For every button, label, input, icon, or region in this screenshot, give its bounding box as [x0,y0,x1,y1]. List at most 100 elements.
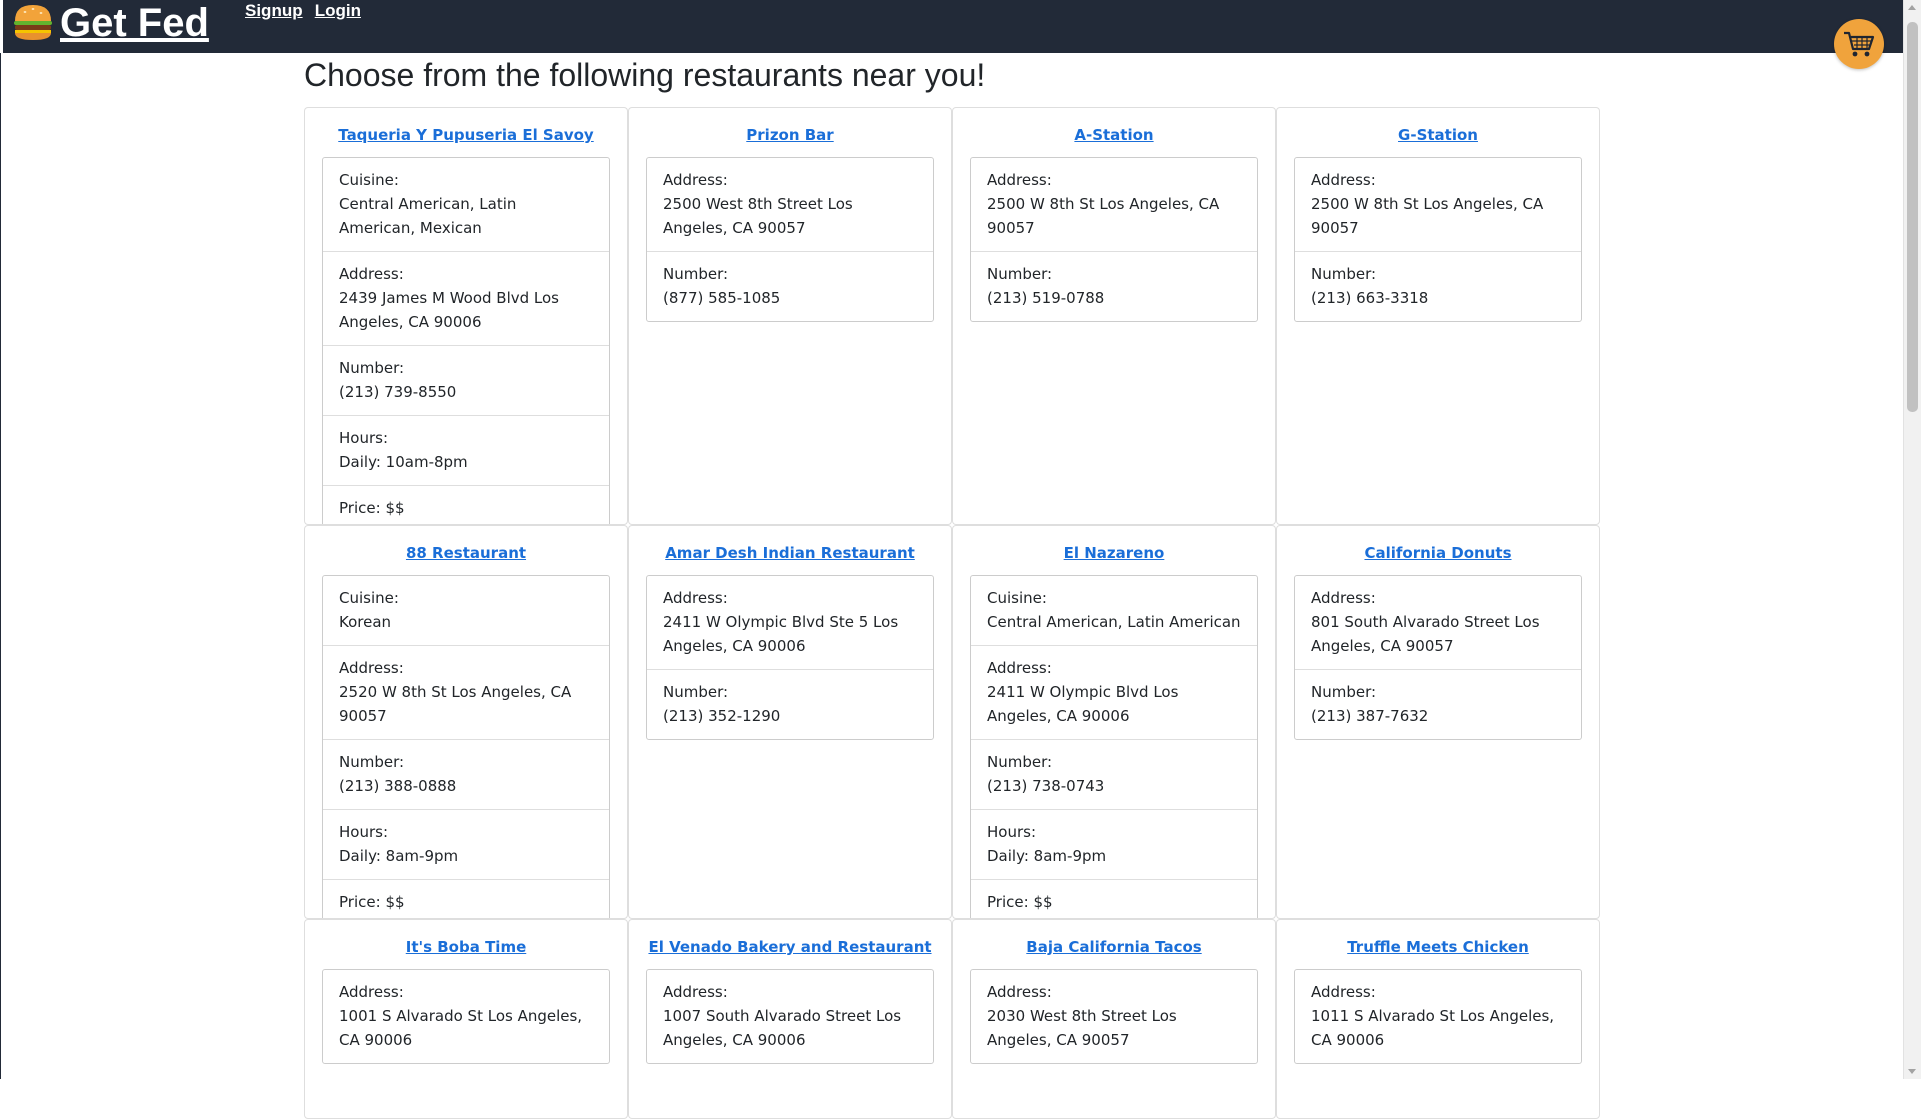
price-item: Price: $$ [323,485,609,524]
address-label: Address: [339,983,404,1001]
address-item: Address: 2030 West 8th Street Los Angeles… [971,970,1257,1063]
address-item: Address: 2500 W 8th St Los Angeles, CA 90… [1295,158,1581,251]
brand-link[interactable]: Get Fed [10,0,209,46]
hours-label: Hours: [987,823,1036,841]
nav-links: Signup Login [245,0,368,22]
restaurant-name-link[interactable]: Truffle Meets Chicken [1294,937,1582,957]
restaurant-name-link[interactable]: A-Station [970,125,1258,145]
navbar: Get Fed Signup Login [0,0,1921,53]
number-value: (213) 739-8550 [339,383,457,401]
content-edge [0,53,1,1079]
number-item: Number: (877) 585-1085 [647,251,933,321]
restaurant-card: Truffle Meets Chicken Address: 1011 S Alva… [1276,919,1600,1119]
restaurant-name-link[interactable]: G-Station [1294,125,1582,145]
restaurant-info-list: Address: 2500 W 8th St Los Angeles, CA 90… [970,157,1258,322]
restaurant-name-link[interactable]: El Venado Bakery and Restaurant [646,937,934,957]
shopping-cart-icon [1844,31,1875,57]
address-label: Address: [663,983,728,1001]
restaurant-card: El Nazareno Cuisine: Central American, Lat… [952,525,1276,919]
address-label: Address: [1311,171,1376,189]
restaurant-card: California Donuts Address: 801 South Alvar… [1276,525,1600,919]
cart-button[interactable] [1834,19,1884,69]
restaurant-name-link[interactable]: El Nazareno [970,543,1258,563]
restaurant-info-list: Address: 1011 S Alvarado St Los Angeles, … [1294,969,1582,1064]
price-label: Price: [339,499,381,517]
address-item: Address: 2411 W Olympic Blvd Ste 5 Los An… [647,576,933,669]
address-item: Address: 1011 S Alvarado St Los Angeles, … [1295,970,1581,1063]
address-label: Address: [663,171,728,189]
restaurant-name-link[interactable]: 88 Restaurant [322,543,610,563]
address-value: 2500 W 8th St Los Angeles, CA 90057 [987,195,1220,237]
number-label: Number: [663,265,729,283]
cuisine-label: Cuisine: [339,589,399,607]
restaurant-name-link[interactable]: Amar Desh Indian Restaurant [646,543,934,563]
address-value: 2411 W Olympic Blvd Ste 5 Los Angeles, C… [663,613,899,655]
hours-label: Hours: [339,823,388,841]
address-item: Address: 2439 James M Wood Blvd Los Angel… [323,251,609,345]
restaurant-info-list: Address: 2500 W 8th St Los Angeles, CA 90… [1294,157,1582,322]
address-label: Address: [987,983,1052,1001]
hours-value: Daily: 10am-8pm [339,453,468,471]
scroll-thumb[interactable] [1907,22,1918,412]
address-label: Address: [987,171,1052,189]
scroll-up-icon[interactable] [1908,5,1916,10]
restaurant-name-link[interactable]: Baja California Tacos [970,937,1258,957]
restaurant-card: Taqueria Y Pupuseria El Savoy Cuisine: Cen… [304,107,628,525]
number-item: Number: (213) 739-8550 [323,345,609,415]
scroll-down-icon[interactable] [1908,1069,1916,1074]
address-label: Address: [1311,983,1376,1001]
price-item: Price: $$ [323,879,609,918]
address-value: 2500 W 8th St Los Angeles, CA 90057 [1311,195,1544,237]
number-item: Number: (213) 663-3318 [1295,251,1581,321]
restaurant-info-list: Cuisine: Korean Address: 2520 W 8th St Los … [322,575,610,918]
number-item: Number: (213) 738-0743 [971,739,1257,809]
restaurant-info-list: Address: 1001 S Alvarado St Los Angeles, … [322,969,610,1064]
number-value: (213) 738-0743 [987,777,1105,795]
restaurant-card: G-Station Address: 2500 W 8th St Los Angel… [1276,107,1600,525]
vertical-scrollbar[interactable] [1903,0,1921,1079]
number-value: (213) 387-7632 [1311,707,1429,725]
number-item: Number: (213) 519-0788 [971,251,1257,321]
price-label: Price: [339,893,381,911]
brand-name: Get Fed [60,1,209,45]
number-item: Number: (213) 387-7632 [1295,669,1581,739]
restaurant-info-list: Address: 2030 West 8th Street Los Angeles… [970,969,1258,1064]
number-label: Number: [987,265,1053,283]
restaurant-info-list: Cuisine: Central American, Latin American… [322,157,610,524]
restaurant-card: 88 Restaurant Cuisine: Korean Address: 2520 … [304,525,628,919]
restaurant-info-list: Address: 801 South Alvarado Street Los An… [1294,575,1582,740]
price-item: Price: $$ [971,879,1257,918]
address-value: 2030 West 8th Street Los Angeles, CA 900… [987,1007,1177,1049]
restaurant-grid: Taqueria Y Pupuseria El Savoy Cuisine: Cen… [304,107,1600,1119]
price-value: $$ [385,893,405,911]
address-item: Address: 2411 W Olympic Blvd Los Angeles,… [971,645,1257,739]
hours-label: Hours: [339,429,388,447]
address-value: 2520 W 8th St Los Angeles, CA 90057 [339,683,572,725]
address-label: Address: [339,265,404,283]
restaurant-info-list: Cuisine: Central American, Latin American… [970,575,1258,918]
restaurant-card: Baja California Tacos Address: 2030 West 8… [952,919,1276,1119]
address-item: Address: 1001 S Alvarado St Los Angeles, … [323,970,609,1063]
restaurant-name-link[interactable]: Prizon Bar [646,125,934,145]
cuisine-item: Cuisine: Central American, Latin American… [323,158,609,251]
address-label: Address: [663,589,728,607]
address-value: 1011 S Alvarado St Los Angeles, CA 90006 [1311,1007,1555,1049]
number-item: Number: (213) 388-0888 [323,739,609,809]
navbar-edge [0,0,3,53]
signup-link[interactable]: Signup [245,1,303,20]
restaurant-name-link[interactable]: It's Boba Time [322,937,610,957]
address-item: Address: 1007 South Alvarado Street Los A… [647,970,933,1063]
login-link[interactable]: Login [315,1,361,20]
cuisine-value: Korean [339,613,392,631]
address-label: Address: [339,659,404,677]
price-value: $$ [385,499,405,517]
restaurant-card: Amar Desh Indian Restaurant Address: 2411 … [628,525,952,919]
restaurant-name-link[interactable]: California Donuts [1294,543,1582,563]
address-value: 2500 West 8th Street Los Angeles, CA 900… [663,195,853,237]
restaurant-name-link[interactable]: Taqueria Y Pupuseria El Savoy [322,125,610,145]
address-item: Address: 2500 W 8th St Los Angeles, CA 90… [971,158,1257,251]
hours-value: Daily: 8am-9pm [987,847,1107,865]
number-value: (213) 519-0788 [987,289,1105,307]
address-value: 2439 James M Wood Blvd Los Angeles, CA 9… [339,289,559,331]
hours-item: Hours: Daily: 10am-8pm [323,415,609,485]
